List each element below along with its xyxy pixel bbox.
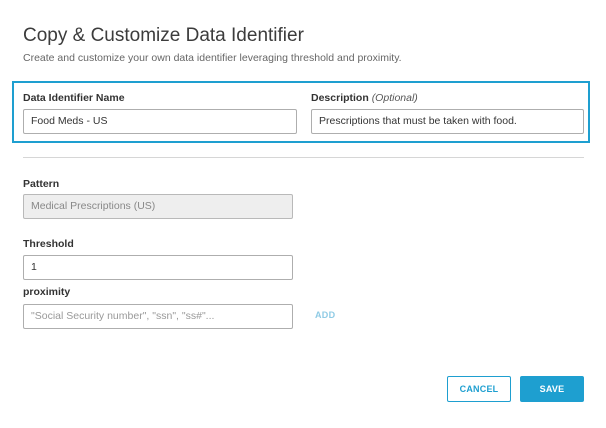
optional-hint: (Optional) xyxy=(371,92,418,104)
dialog-title: Copy & Customize Data Identifier xyxy=(23,25,304,46)
name-field[interactable]: Food Meds - US xyxy=(23,109,297,134)
description-label-text: Description xyxy=(311,92,369,104)
add-button[interactable]: ADD xyxy=(315,310,335,320)
proximity-label: proximity xyxy=(23,286,71,298)
save-button[interactable]: SAVE xyxy=(520,376,584,402)
threshold-label: Threshold xyxy=(23,238,74,250)
cancel-button[interactable]: CANCEL xyxy=(447,376,511,402)
divider xyxy=(23,157,584,158)
description-field[interactable]: Prescriptions that must be taken with fo… xyxy=(311,109,584,134)
pattern-label: Pattern xyxy=(23,178,60,190)
proximity-field[interactable]: "Social Security number", "ssn", "ss#"..… xyxy=(23,304,293,329)
description-label: Description (Optional) xyxy=(311,92,418,104)
pattern-field: Medical Prescriptions (US) xyxy=(23,194,293,219)
name-label: Data Identifier Name xyxy=(23,92,125,104)
dialog-subtitle: Create and customize your own data ident… xyxy=(23,52,402,64)
threshold-field[interactable]: 1 xyxy=(23,255,293,280)
